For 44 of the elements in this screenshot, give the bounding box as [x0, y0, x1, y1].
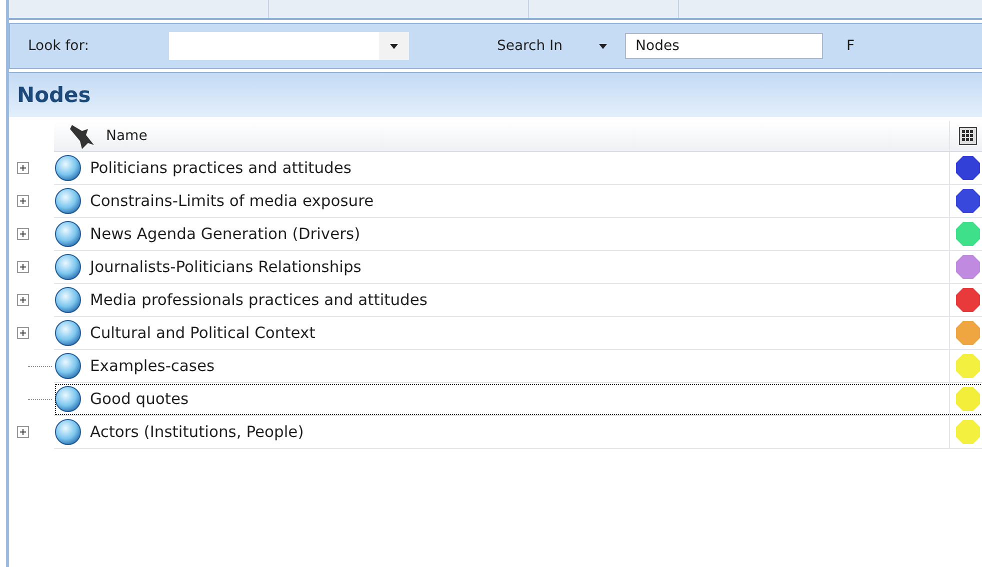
node-row[interactable]: Actors (Institutions, People)	[54, 416, 982, 449]
node-icon	[54, 319, 82, 347]
node-icon	[54, 187, 82, 215]
expand-icon[interactable]	[17, 228, 29, 240]
expand-icon[interactable]	[17, 195, 29, 207]
grid-icon[interactable]	[959, 127, 977, 145]
expand-icon[interactable]	[17, 327, 29, 339]
node-icon	[54, 286, 82, 314]
node-name: News Agenda Generation (Drivers)	[90, 225, 360, 243]
node-row[interactable]: Examples-cases	[54, 350, 982, 383]
node-icon	[54, 385, 82, 413]
find-label: F	[846, 38, 855, 54]
node-row[interactable]: Good quotes	[54, 383, 982, 416]
expand-icon[interactable]	[17, 426, 29, 438]
node-icon	[54, 253, 82, 281]
look-for-field[interactable]	[168, 32, 409, 60]
node-icon	[54, 220, 82, 248]
node-name: Examples-cases	[90, 357, 215, 375]
node-icon	[54, 418, 82, 446]
node-icon	[54, 352, 82, 380]
node-row[interactable]: Media professionals practices and attitudes	[54, 284, 982, 317]
node-name: Actors (Institutions, People)	[90, 423, 304, 441]
node-row[interactable]: News Agenda Generation (Drivers)	[54, 218, 982, 251]
node-name: Politicians practices and attitudes	[90, 159, 352, 177]
expand-icon[interactable]	[17, 162, 29, 174]
expand-icon[interactable]	[17, 261, 29, 273]
search-in-label: Search In	[496, 38, 563, 54]
node-name: Journalists-Politicians Relationships	[90, 258, 362, 276]
node-name: Good quotes	[90, 390, 189, 408]
column-heading[interactable]: Name	[106, 128, 148, 144]
dropdown-icon[interactable]	[598, 44, 607, 48]
node-row[interactable]: Politicians practices and attitudes	[54, 152, 982, 185]
node-row[interactable]: Journalists-Politicians Relationships	[54, 251, 982, 284]
node-icon	[54, 154, 82, 182]
node-name: Media professionals practices and attitudes	[90, 291, 428, 309]
search-in-field[interactable]: Nodes	[624, 33, 823, 59]
look-for-label: Look for:	[28, 38, 89, 54]
expand-icon[interactable]	[17, 294, 29, 306]
panel-title: Nodes	[9, 73, 982, 117]
dropdown-icon[interactable]	[378, 32, 409, 60]
node-row[interactable]: Cultural and Political Context	[54, 317, 982, 350]
node-row[interactable]: Constrains-Limits of media exposure	[54, 185, 982, 218]
node-name: Constrains-Limits of media exposure	[90, 192, 374, 210]
node-name: Cultural and Political Context	[90, 324, 316, 342]
